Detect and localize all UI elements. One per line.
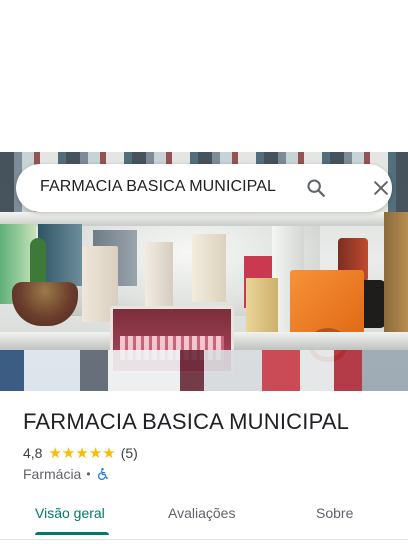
search-icon[interactable]: [302, 174, 330, 202]
search-input[interactable]: FARMACIA BASICA MUNICIPAL: [40, 178, 276, 196]
rating-value: 4,8: [23, 445, 43, 461]
tab-overview[interactable]: Visão geral: [35, 505, 105, 521]
star-icon: ★: [48, 444, 62, 462]
star-icon: ★: [61, 444, 76, 462]
close-icon[interactable]: [367, 174, 395, 202]
review-count[interactable]: (5): [121, 445, 138, 461]
star-icon: ★: [88, 444, 103, 462]
photo-product: [192, 234, 226, 302]
tabs-divider: [0, 539, 408, 540]
tab-reviews[interactable]: Avaliações: [168, 505, 235, 521]
photo-wood: [384, 212, 408, 342]
rating-stars: ★ ★ ★ ★ ★: [48, 446, 115, 461]
blank-header-area: [0, 0, 408, 152]
photo-orange-bag: [290, 270, 364, 334]
wheelchair-icon: [96, 467, 109, 481]
place-meta-row: Farmácia •: [23, 465, 109, 483]
rating-row[interactable]: 4,8 ★ ★ ★ ★ ★ (5): [23, 444, 138, 462]
photo-product: [145, 242, 173, 306]
photo-bottom-shelf: [0, 350, 408, 391]
tab-selected-indicator: [35, 532, 109, 535]
place-category: Farmácia: [23, 466, 82, 482]
search-bar[interactable]: FARMACIA BASICA MUNICIPAL: [16, 164, 392, 212]
star-icon: ★: [102, 444, 116, 462]
meta-separator: •: [86, 467, 91, 481]
tab-about[interactable]: Sobre: [316, 505, 353, 521]
tab-bar: Visão geral Avaliações Sobre: [0, 496, 408, 536]
photo-product: [246, 278, 278, 334]
star-icon: ★: [75, 444, 89, 462]
place-title: FARMACIA BASICA MUNICIPAL: [23, 409, 350, 434]
